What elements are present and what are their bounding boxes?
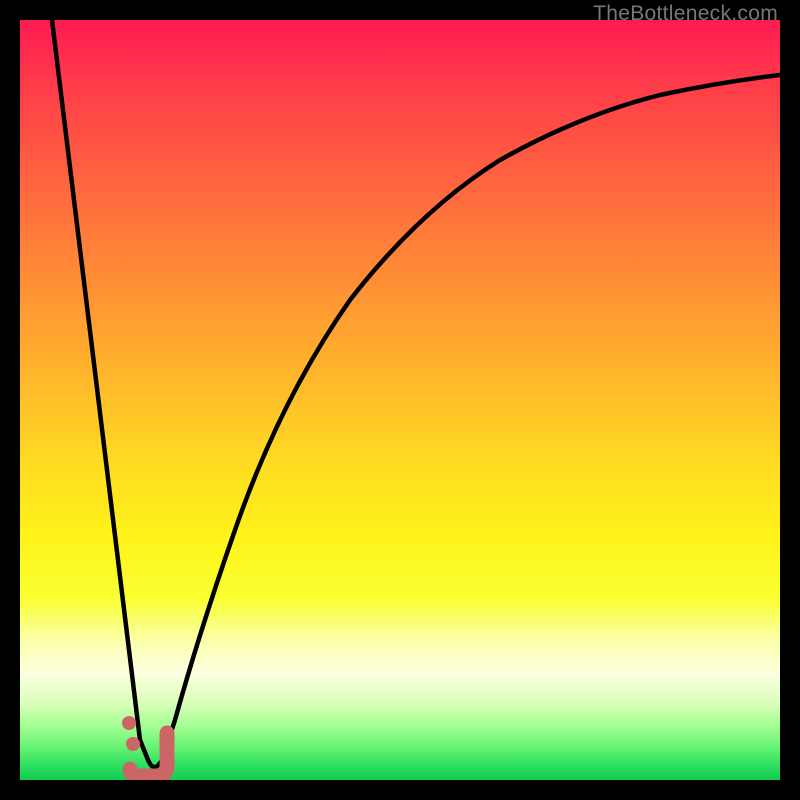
curve-svg bbox=[20, 20, 780, 780]
plot-area bbox=[20, 20, 780, 780]
marker-dot-lower-icon bbox=[126, 737, 140, 751]
chart-frame: TheBottleneck.com bbox=[0, 0, 800, 800]
marker-dot-upper-icon bbox=[122, 716, 136, 730]
marker-j-icon bbox=[130, 733, 167, 776]
bottleneck-curve bbox=[52, 20, 780, 767]
